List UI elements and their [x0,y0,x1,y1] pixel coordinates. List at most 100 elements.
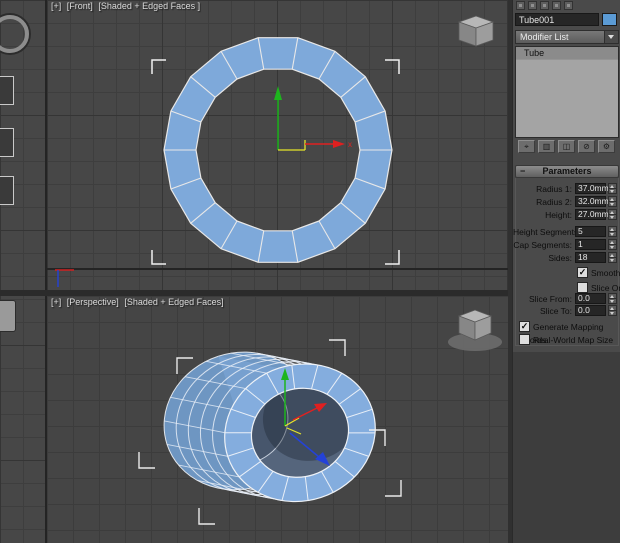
param-sides: Sides: 18 [513,252,620,264]
front-viewport[interactable]: x [+] [Front] [Shaded + Edged Faces ] [47,0,508,290]
modifier-list-label: Modifier List [520,32,569,42]
param-label: Radius 1: [536,184,572,194]
perspective-viewport-menu: [+] [Perspective] [Shaded + Edged Faces] [51,297,227,307]
param-generate-mapping: ✓ Generate Mapping Coords. [519,320,620,345]
modifier-list-dropdown[interactable]: Modifier List [515,30,619,44]
spinner-down-icon[interactable] [608,257,617,263]
param-label: Sides: [548,253,572,263]
panel-empty-area [513,352,620,543]
object-color-swatch[interactable] [602,13,617,26]
height-segments-field[interactable]: 5 [575,226,606,237]
cap-segments-spinner[interactable] [608,239,617,250]
toolbar-icon[interactable] [516,1,525,10]
radius1-field[interactable]: 37.0mm [575,183,609,194]
partial-ui-tab [0,300,16,332]
cap-segments-field[interactable]: 1 [575,239,606,250]
gizmo-y-arrow-icon[interactable] [274,86,282,100]
generate-mapping-checkbox[interactable]: ✓ [519,321,530,333]
perspective-viewport[interactable]: [+] [Perspective] [Shaded + Edged Faces] [47,296,508,543]
toolbar-icon[interactable] [540,1,549,10]
radius1-spinner[interactable] [608,183,617,194]
spinner-down-icon[interactable] [608,244,617,250]
partial-ui-box [0,76,14,105]
tube-object-perspective-view[interactable] [146,316,393,538]
param-label: Radius 2: [536,197,572,207]
show-end-result-icon[interactable]: ▥ [538,140,555,153]
spinner-down-icon[interactable] [608,214,617,220]
real-world-label: Real-World Map Size [533,334,614,345]
height-segments-spinner[interactable] [608,226,617,237]
configure-modifier-sets-icon[interactable]: ⚙ [598,140,615,153]
param-slice-on: Slice On [577,281,620,294]
param-cap-segments: Cap Segments: 1 [513,239,620,251]
object-name-field[interactable]: Tube001 [515,13,599,26]
param-smooth: ✓ Smooth [577,266,620,279]
param-height: Height: 27.0mm [513,209,620,221]
toolbar-icon[interactable] [552,1,561,10]
param-label: Slice To: [540,306,572,316]
command-panel: Tube001 Modifier List Tube ⌖ ▥ ◫ ⊘ ⚙ − P… [512,0,620,543]
slice-on-label: Slice On [591,282,620,293]
radius2-spinner[interactable] [608,196,617,207]
radius2-field[interactable]: 32.0mm [575,196,609,207]
param-label: Cap Segments: [513,240,572,250]
param-radius2: Radius 2: 32.0mm [513,196,620,208]
sides-field[interactable]: 18 [575,252,606,263]
partial-dial-widget [0,15,29,53]
viewport-pov-menu[interactable]: [Front] [67,1,93,11]
real-world-checkbox[interactable] [519,334,530,346]
chevron-down-icon[interactable] [604,31,618,43]
partial-ui-box [0,128,14,157]
modifier-stack[interactable]: Tube [515,46,619,138]
toolbar-icon[interactable] [564,1,573,10]
viewport-shading-menu[interactable]: [Shaded + Edged Faces ] [98,1,200,11]
spinner-down-icon[interactable] [608,188,617,194]
param-height-segments: Height Segments: 5 [513,226,620,238]
spinner-down-icon[interactable] [608,201,617,207]
toolbar-tail [516,1,573,11]
toolbar-icon[interactable] [528,1,537,10]
viewport-general-menu[interactable]: [+] [51,297,61,307]
sides-spinner[interactable] [608,252,617,263]
smooth-checkbox[interactable]: ✓ [577,267,588,279]
param-label: Slice From: [529,294,572,304]
perspective-viewport-canvas [138,309,502,538]
parameters-rollout-header[interactable]: − Parameters [515,165,619,178]
x-axis-label: x [348,140,352,149]
param-label: Height Segments: [513,227,581,237]
collapse-icon[interactable]: − [520,166,525,177]
spinner-down-icon[interactable] [608,310,617,316]
param-slice-to: Slice To: 0.0 [513,305,620,317]
viewport-general-menu[interactable]: [+] [51,1,61,11]
height-spinner[interactable] [608,209,617,220]
partial-ui-box [0,176,14,205]
viewport-pov-menu[interactable]: [Perspective] [67,297,119,307]
viewport-shading-menu[interactable]: [Shaded + Edged Faces] [124,297,223,307]
rollout-title: Parameters [542,166,592,176]
param-real-world: Real-World Map Size [519,333,620,346]
3dsmax-window: x [+] [Front] [Shaded + Edged Faces ] [+… [0,0,620,543]
viewcube-icon[interactable] [457,15,495,47]
viewcube-icon[interactable] [448,309,502,351]
pin-stack-icon[interactable]: ⌖ [518,140,535,153]
slice-from-field[interactable]: 0.0 [575,293,606,304]
stack-item-tube[interactable]: Tube [516,47,618,60]
slice-to-field[interactable]: 0.0 [575,305,606,316]
front-viewport-canvas: x [47,15,508,287]
smooth-label: Smooth [591,267,620,278]
spinner-down-icon[interactable] [608,298,617,304]
height-field[interactable]: 27.0mm [575,209,609,220]
gizmo-x-arrow-icon[interactable] [333,140,345,148]
world-axis-icon [55,269,74,287]
spinner-down-icon[interactable] [608,231,617,237]
remove-modifier-icon[interactable]: ⊘ [578,140,595,153]
front-viewport-menu: [+] [Front] [Shaded + Edged Faces ] [51,1,203,11]
param-radius1: Radius 1: 37.0mm [513,183,620,195]
slice-on-checkbox[interactable] [577,282,588,294]
slice-to-spinner[interactable] [608,305,617,316]
param-label: Height: [545,210,572,220]
make-unique-icon[interactable]: ◫ [558,140,575,153]
slice-from-spinner[interactable] [608,293,617,304]
left-viewport-partial[interactable] [0,0,45,543]
param-slice-from: Slice From: 0.0 [513,293,620,305]
